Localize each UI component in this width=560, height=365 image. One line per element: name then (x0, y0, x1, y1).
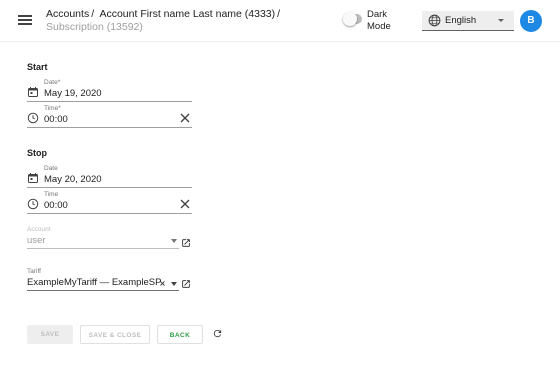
globe-icon (428, 14, 441, 27)
start-date-label: Date* (44, 79, 61, 86)
clock-icon (27, 112, 39, 124)
open-in-new-icon[interactable] (181, 238, 191, 248)
save-button[interactable]: SAVE (27, 325, 73, 344)
dark-mode-toggle[interactable] (343, 12, 362, 26)
calendar-icon (28, 87, 38, 97)
avatar[interactable]: B (520, 10, 542, 32)
back-button[interactable]: BACK (157, 325, 203, 344)
field-underline (27, 101, 192, 102)
clear-icon[interactable] (180, 113, 190, 123)
account-value: user (27, 235, 46, 246)
breadcrumb-accounts[interactable]: Accounts (46, 8, 89, 20)
stop-time-value: 00:00 (44, 200, 68, 211)
chevron-down-icon (498, 19, 504, 22)
start-time-value: 00:00 (44, 114, 68, 125)
breadcrumb-subscription-id: (13592) (106, 21, 143, 33)
start-date-value: May 19, 2020 (44, 88, 102, 99)
breadcrumb-account[interactable]: Account First name Last name (4333) (99, 8, 275, 20)
app-bar: Accounts / Account First name Last name (… (0, 0, 560, 42)
start-section-title: Start (27, 62, 48, 72)
tariff-label: Tariff (27, 268, 41, 275)
breadcrumb-separator: / (277, 8, 281, 20)
start-time-label: Time* (44, 105, 61, 112)
field-underline (27, 290, 179, 291)
breadcrumb: Accounts / Account First name Last name (… (46, 8, 328, 34)
field-underline (27, 213, 192, 214)
breadcrumb-subscription: Subscription (46, 21, 104, 33)
menu-icon[interactable] (18, 15, 32, 25)
clock-icon (27, 198, 39, 210)
field-underline (27, 187, 192, 188)
clear-icon[interactable] (160, 281, 165, 286)
breadcrumb-separator: / (91, 8, 95, 20)
language-value: English (445, 15, 477, 26)
clear-icon[interactable] (180, 199, 190, 209)
stop-date-value: May 20, 2020 (44, 174, 102, 185)
stop-section-title: Stop (27, 148, 47, 158)
open-in-new-icon[interactable] (181, 279, 191, 289)
dropdown-arrow-icon[interactable] (171, 282, 177, 286)
save-close-button[interactable]: SAVE & CLOSE (80, 325, 150, 344)
field-underline (27, 127, 192, 128)
stop-date-label: Date (44, 165, 58, 172)
field-underline (27, 248, 179, 249)
refresh-icon[interactable] (212, 328, 223, 339)
calendar-icon (28, 173, 38, 183)
toggle-knob (343, 12, 357, 26)
stop-time-label: Time (44, 191, 59, 198)
tariff-value: ExampleMyTariff — ExampleSP (27, 277, 162, 288)
dark-mode-label: Dark Mode (367, 9, 391, 32)
dropdown-arrow-icon (171, 239, 177, 243)
account-label: Account (27, 226, 51, 233)
language-select[interactable]: English (422, 11, 514, 31)
